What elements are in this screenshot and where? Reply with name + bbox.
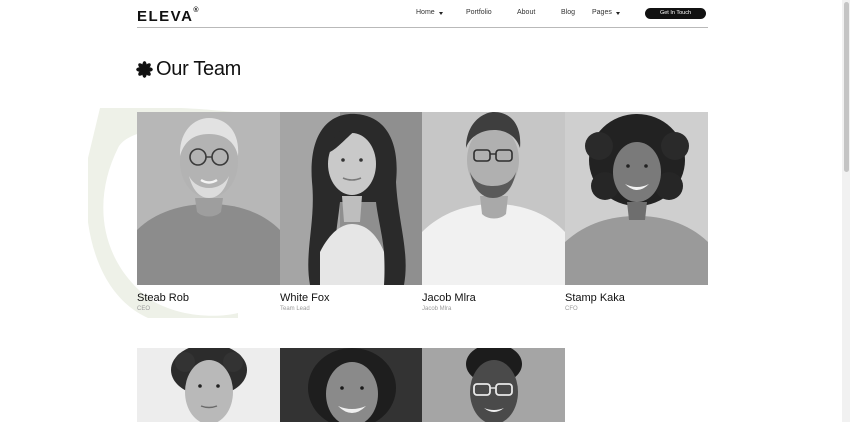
nav-blog[interactable]: Blog	[561, 9, 575, 16]
team-card[interactable]: Steab Rob CEO	[137, 112, 280, 312]
team-photo[interactable]	[565, 112, 708, 285]
team-card[interactable]: Stamp Kaka CFO	[565, 112, 708, 312]
team-photo[interactable]	[137, 348, 280, 422]
team-photo[interactable]	[137, 112, 280, 285]
team-card[interactable]: White Fox Team Lead	[280, 112, 423, 312]
page-scrollbar[interactable]	[842, 0, 850, 422]
chevron-down-icon	[438, 11, 443, 15]
get-in-touch-button[interactable]: Get In Touch	[645, 8, 706, 19]
team-card[interactable]	[280, 348, 423, 422]
team-photo[interactable]	[422, 112, 565, 285]
team-photo[interactable]	[422, 348, 565, 422]
section-title: Our Team	[156, 58, 242, 80]
nav-pages-label: Pages	[592, 9, 612, 16]
team-member-role: Team Lead	[280, 306, 310, 312]
team-card[interactable]: Jacob Mlra Jacob Mlra	[422, 112, 565, 312]
nav-about-label: About	[517, 9, 536, 16]
nav-blog-label: Blog	[561, 9, 576, 16]
site-header: ELEVA® Home Portfolio About Blog Pages G…	[137, 0, 708, 28]
team-member-name: White Fox	[280, 292, 330, 304]
nav-portfolio-label: Portfolio	[466, 9, 492, 16]
team-card[interactable]	[422, 348, 565, 422]
team-card[interactable]	[137, 348, 280, 422]
team-photo[interactable]	[280, 112, 423, 285]
team-member-role: CFO	[565, 306, 578, 312]
team-photo[interactable]	[280, 348, 423, 422]
registered-mark: ®	[193, 7, 199, 14]
page: Monid ELEVA® Home Portfolio About Blog P…	[0, 0, 850, 422]
logo-text: ELEVA	[137, 8, 194, 25]
nav-portfolio[interactable]: Portfolio	[466, 9, 492, 16]
nav-home-label: Home	[416, 9, 435, 16]
scrollbar-thumb[interactable]	[844, 2, 849, 172]
team-member-name: Stamp Kaka	[565, 292, 625, 304]
team-member-name: Steab Rob	[137, 292, 189, 304]
section-header: Our Team	[136, 58, 241, 81]
logo[interactable]: ELEVA®	[137, 7, 199, 25]
nav-about[interactable]: About	[517, 9, 535, 16]
chevron-down-icon	[615, 11, 620, 15]
team-member-role: CEO	[137, 306, 151, 312]
team-member-name: Jacob Mlra	[422, 292, 476, 304]
team-member-role: Jacob Mlra	[422, 306, 452, 312]
nav-home[interactable]: Home	[416, 9, 443, 16]
nav-pages[interactable]: Pages	[592, 9, 620, 16]
asterisk-flower-icon	[136, 61, 153, 78]
